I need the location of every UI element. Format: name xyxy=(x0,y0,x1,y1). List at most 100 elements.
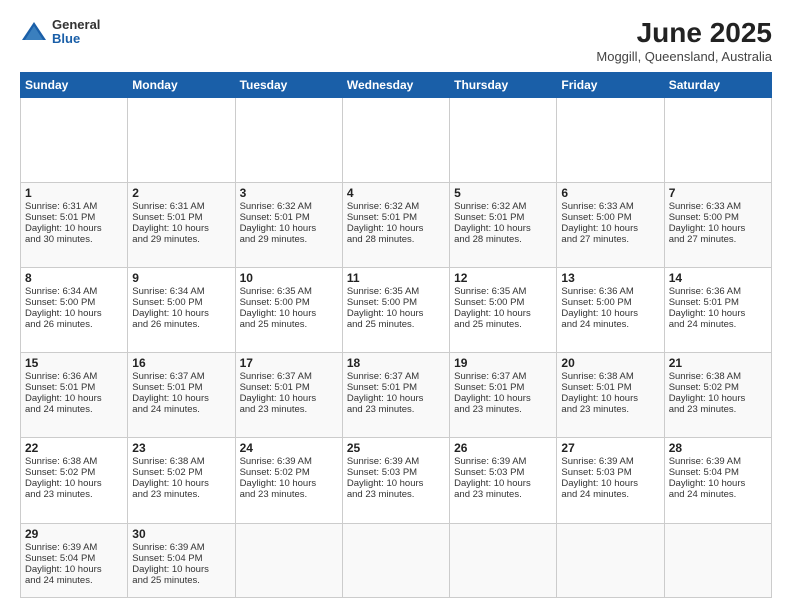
cell-text: Sunrise: 6:36 AM xyxy=(25,371,123,382)
cell-text: Daylight: 10 hours xyxy=(561,393,659,404)
calendar-cell: 22Sunrise: 6:38 AMSunset: 5:02 PMDayligh… xyxy=(21,438,128,523)
calendar-cell xyxy=(664,97,771,182)
cell-text: Daylight: 10 hours xyxy=(561,308,659,319)
cell-text: Sunrise: 6:33 AM xyxy=(561,201,659,212)
calendar-cell: 14Sunrise: 6:36 AMSunset: 5:01 PMDayligh… xyxy=(664,268,771,353)
calendar-cell xyxy=(557,97,664,182)
cell-text: Sunrise: 6:39 AM xyxy=(347,456,445,467)
calendar-cell xyxy=(557,523,664,598)
cell-text: Sunrise: 6:32 AM xyxy=(240,201,338,212)
calendar-cell: 24Sunrise: 6:39 AMSunset: 5:02 PMDayligh… xyxy=(235,438,342,523)
logo: General Blue xyxy=(20,18,100,47)
calendar-cell: 20Sunrise: 6:38 AMSunset: 5:01 PMDayligh… xyxy=(557,353,664,438)
cell-text: Sunset: 5:01 PM xyxy=(240,382,338,393)
calendar-cell: 9Sunrise: 6:34 AMSunset: 5:00 PMDaylight… xyxy=(128,268,235,353)
cell-text: Daylight: 10 hours xyxy=(561,478,659,489)
logo-blue-text: Blue xyxy=(52,32,100,46)
cell-text: and 23 minutes. xyxy=(347,489,445,500)
cell-text: Daylight: 10 hours xyxy=(454,393,552,404)
cell-text: Sunrise: 6:33 AM xyxy=(669,201,767,212)
cell-text: and 25 minutes. xyxy=(132,575,230,586)
cell-text: Sunrise: 6:38 AM xyxy=(25,456,123,467)
day-number: 9 xyxy=(132,271,230,285)
calendar-day-header: Thursday xyxy=(450,72,557,97)
calendar-cell: 13Sunrise: 6:36 AMSunset: 5:00 PMDayligh… xyxy=(557,268,664,353)
calendar-week-row xyxy=(21,97,772,182)
cell-text: Sunset: 5:04 PM xyxy=(132,553,230,564)
cell-text: Sunset: 5:01 PM xyxy=(347,382,445,393)
calendar-cell xyxy=(450,523,557,598)
cell-text: Sunset: 5:01 PM xyxy=(347,212,445,223)
cell-text: Sunset: 5:02 PM xyxy=(25,467,123,478)
calendar-cell: 5Sunrise: 6:32 AMSunset: 5:01 PMDaylight… xyxy=(450,182,557,267)
cell-text: Sunset: 5:01 PM xyxy=(25,212,123,223)
calendar-cell: 6Sunrise: 6:33 AMSunset: 5:00 PMDaylight… xyxy=(557,182,664,267)
day-number: 27 xyxy=(561,441,659,455)
cell-text: and 24 minutes. xyxy=(561,319,659,330)
cell-text: Sunrise: 6:36 AM xyxy=(669,286,767,297)
cell-text: and 27 minutes. xyxy=(561,234,659,245)
cell-text: Sunset: 5:01 PM xyxy=(561,382,659,393)
cell-text: and 24 minutes. xyxy=(669,319,767,330)
cell-text: and 23 minutes. xyxy=(132,489,230,500)
page: General Blue June 2025 Moggill, Queensla… xyxy=(0,0,792,612)
day-number: 6 xyxy=(561,186,659,200)
cell-text: Daylight: 10 hours xyxy=(25,564,123,575)
cell-text: and 28 minutes. xyxy=(454,234,552,245)
cell-text: and 26 minutes. xyxy=(25,319,123,330)
calendar-cell: 17Sunrise: 6:37 AMSunset: 5:01 PMDayligh… xyxy=(235,353,342,438)
cell-text: Daylight: 10 hours xyxy=(132,478,230,489)
calendar-cell: 18Sunrise: 6:37 AMSunset: 5:01 PMDayligh… xyxy=(342,353,449,438)
cell-text: Sunrise: 6:31 AM xyxy=(132,201,230,212)
cell-text: Sunset: 5:01 PM xyxy=(454,382,552,393)
calendar-cell: 29Sunrise: 6:39 AMSunset: 5:04 PMDayligh… xyxy=(21,523,128,598)
day-number: 25 xyxy=(347,441,445,455)
calendar-cell xyxy=(128,97,235,182)
day-number: 24 xyxy=(240,441,338,455)
calendar-day-header: Sunday xyxy=(21,72,128,97)
cell-text: Daylight: 10 hours xyxy=(25,223,123,234)
day-number: 14 xyxy=(669,271,767,285)
day-number: 30 xyxy=(132,527,230,541)
cell-text: Sunset: 5:00 PM xyxy=(25,297,123,308)
day-number: 8 xyxy=(25,271,123,285)
cell-text: Daylight: 10 hours xyxy=(669,223,767,234)
day-number: 1 xyxy=(25,186,123,200)
cell-text: Daylight: 10 hours xyxy=(240,223,338,234)
cell-text: and 23 minutes. xyxy=(347,404,445,415)
calendar-cell xyxy=(21,97,128,182)
cell-text: Sunset: 5:02 PM xyxy=(240,467,338,478)
cell-text: Sunrise: 6:39 AM xyxy=(454,456,552,467)
cell-text: Sunset: 5:00 PM xyxy=(347,297,445,308)
calendar-cell: 16Sunrise: 6:37 AMSunset: 5:01 PMDayligh… xyxy=(128,353,235,438)
cell-text: Sunrise: 6:38 AM xyxy=(669,371,767,382)
cell-text: Sunrise: 6:37 AM xyxy=(132,371,230,382)
calendar-cell: 23Sunrise: 6:38 AMSunset: 5:02 PMDayligh… xyxy=(128,438,235,523)
cell-text: Sunset: 5:00 PM xyxy=(561,297,659,308)
calendar-cell xyxy=(235,523,342,598)
calendar-day-header: Wednesday xyxy=(342,72,449,97)
cell-text: Sunset: 5:03 PM xyxy=(561,467,659,478)
calendar-cell: 3Sunrise: 6:32 AMSunset: 5:01 PMDaylight… xyxy=(235,182,342,267)
cell-text: Daylight: 10 hours xyxy=(347,308,445,319)
calendar-cell: 2Sunrise: 6:31 AMSunset: 5:01 PMDaylight… xyxy=(128,182,235,267)
cell-text: and 28 minutes. xyxy=(347,234,445,245)
logo-icon xyxy=(20,18,48,46)
cell-text: and 23 minutes. xyxy=(669,404,767,415)
cell-text: Sunrise: 6:34 AM xyxy=(132,286,230,297)
cell-text: Daylight: 10 hours xyxy=(669,308,767,319)
cell-text: and 23 minutes. xyxy=(561,404,659,415)
day-number: 17 xyxy=(240,356,338,370)
cell-text: and 23 minutes. xyxy=(25,489,123,500)
calendar-day-header: Monday xyxy=(128,72,235,97)
cell-text: and 30 minutes. xyxy=(25,234,123,245)
day-number: 11 xyxy=(347,271,445,285)
day-number: 26 xyxy=(454,441,552,455)
cell-text: Daylight: 10 hours xyxy=(132,308,230,319)
cell-text: Sunset: 5:01 PM xyxy=(132,212,230,223)
cell-text: Daylight: 10 hours xyxy=(240,478,338,489)
day-number: 4 xyxy=(347,186,445,200)
day-number: 22 xyxy=(25,441,123,455)
calendar-cell: 15Sunrise: 6:36 AMSunset: 5:01 PMDayligh… xyxy=(21,353,128,438)
calendar-cell: 12Sunrise: 6:35 AMSunset: 5:00 PMDayligh… xyxy=(450,268,557,353)
